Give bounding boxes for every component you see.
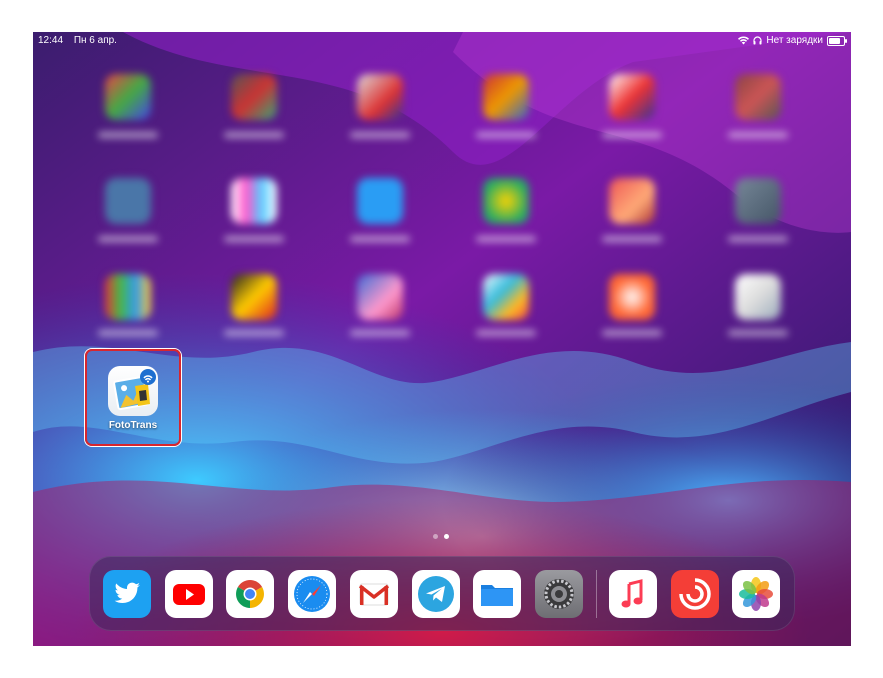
blurred-app-icon[interactable] [231,74,277,120]
youtube-icon[interactable] [165,570,213,618]
page-indicator[interactable] [433,534,449,539]
blurred-app-label [98,236,158,242]
fototrans-app[interactable]: FotoTrans [85,349,181,446]
page-dot [433,534,438,539]
blurred-app-icon[interactable] [483,178,529,224]
blurred-app-label [224,330,284,336]
blurred-app-icon[interactable] [735,274,781,320]
dock-separator [596,570,597,618]
blurred-app-label [602,330,662,336]
twitter-icon[interactable] [103,570,151,618]
fototrans-label: FotoTrans [108,420,158,431]
blurred-app-label [476,236,536,242]
fototrans-icon [108,366,158,416]
blurred-app-label [476,330,536,336]
blurred-app-icon[interactable] [609,178,655,224]
blurred-app-label [602,132,662,138]
blurred-app-label [728,236,788,242]
blurred-app-icon[interactable] [105,274,151,320]
safari-icon[interactable] [288,570,336,618]
blurred-app-label [350,330,410,336]
blurred-app-icon[interactable] [357,74,403,120]
blurred-app-icon[interactable] [105,74,151,120]
blurred-app-icon[interactable] [231,178,277,224]
blurred-app-label [98,132,158,138]
blurred-app-icon[interactable] [609,74,655,120]
blurred-app-icon[interactable] [483,74,529,120]
blurred-app-label [728,330,788,336]
gmail-icon[interactable] [350,570,398,618]
blurred-app-label [350,236,410,242]
pocket-casts-icon[interactable] [671,570,719,618]
blurred-app-label [98,330,158,336]
blurred-app-label [224,236,284,242]
blurred-app-icon[interactable] [735,178,781,224]
blurred-app-icon[interactable] [609,274,655,320]
blurred-app-icon[interactable] [357,274,403,320]
files-icon[interactable] [473,570,521,618]
chrome-icon[interactable] [226,570,274,618]
telegram-icon[interactable] [412,570,460,618]
blurred-app-label [224,132,284,138]
blurred-app-label [602,236,662,242]
dock [89,556,795,631]
blurred-app-grid [33,32,851,646]
blurred-app-icon[interactable] [735,74,781,120]
blurred-app-label [728,132,788,138]
blurred-app-icon[interactable] [231,274,277,320]
settings-icon[interactable] [535,570,583,618]
music-icon[interactable] [609,570,657,618]
blurred-app-icon[interactable] [105,178,151,224]
page-dot-active [444,534,449,539]
blurred-app-icon[interactable] [483,274,529,320]
photos-icon[interactable] [732,570,780,618]
blurred-app-label [476,132,536,138]
blurred-app-label [350,132,410,138]
blurred-app-icon[interactable] [357,178,403,224]
ipad-screen: 12:44 Пн 6 апр. Нет зарядки FotoTrans [33,32,851,646]
